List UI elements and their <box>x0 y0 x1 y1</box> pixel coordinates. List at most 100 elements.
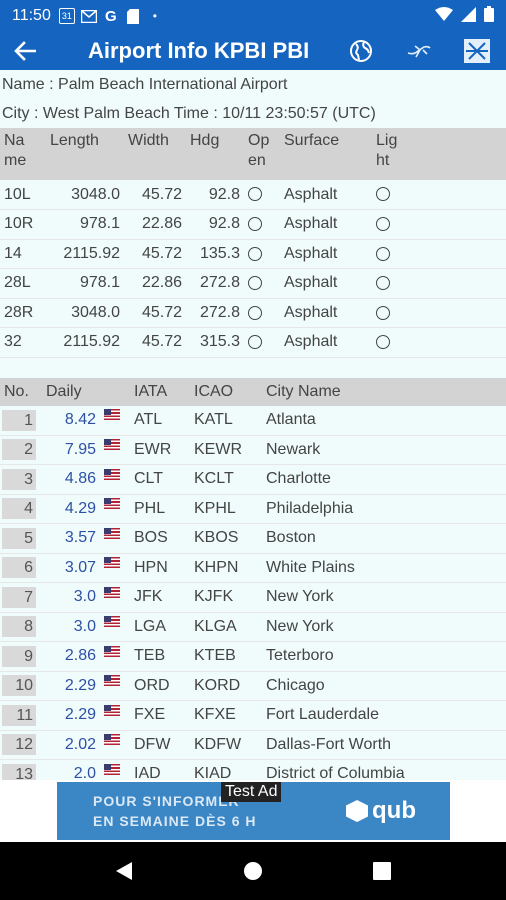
light-indicator-icon <box>376 187 390 202</box>
dot-icon: • <box>152 9 157 23</box>
destination-row[interactable]: 11 2.29 FXE KFXE Fort Lauderdale <box>0 700 506 731</box>
navigation-bar <box>0 842 506 900</box>
dest-iata: LGA <box>130 612 190 642</box>
runway-header: Na me Length Width Hdg Op en Surface Lig ht <box>0 128 506 180</box>
dest-city: New York <box>262 582 506 613</box>
airplane-icon <box>407 45 431 58</box>
dest-no: 11 <box>0 700 42 731</box>
destination-row[interactable]: 3 4.86 CLT KCLT Charlotte <box>0 464 506 495</box>
runway-width: 22.86 <box>124 268 186 299</box>
app-bar: Airport Info KPBI PBI <box>0 32 506 70</box>
dest-flag <box>100 405 130 436</box>
dest-city: White Plains <box>262 553 506 583</box>
runway-hdg: 135.3 <box>186 239 244 269</box>
flight-track-button[interactable] <box>390 32 448 70</box>
runway-light <box>372 239 506 269</box>
dest-no: 6 <box>0 553 42 583</box>
dest-iata: CLT <box>130 464 190 495</box>
dest-icao: KORD <box>190 671 262 701</box>
dest-icao: KPHL <box>190 494 262 524</box>
col-city-name: City Name <box>262 377 506 406</box>
dest-daily: 2.86 <box>42 641 100 672</box>
dest-flag <box>100 641 130 672</box>
destination-header: No. Daily IATA ICAO City Name <box>0 377 506 406</box>
content-area: Name : Palm Beach International Airport … <box>0 70 506 780</box>
dest-icao: KHPN <box>190 553 262 583</box>
dest-city: Fort Lauderdale <box>262 700 506 731</box>
us-flag-icon <box>104 468 120 480</box>
destination-row[interactable]: 12 2.02 DFW KDFW Dallas-Fort Worth <box>0 730 506 760</box>
runway-hdg: 315.3 <box>186 327 244 358</box>
destination-row[interactable]: 2 7.95 EWR KEWR Newark <box>0 435 506 465</box>
destination-row[interactable]: 13 2.0 IAD KIAD District of Columbia <box>0 759 506 780</box>
status-time: 11:50 <box>12 7 51 24</box>
us-flag-icon <box>104 763 120 775</box>
dest-flag <box>100 582 130 613</box>
destination-row[interactable]: 7 3.0 JFK KJFK New York <box>0 582 506 613</box>
col-width: Width <box>124 128 186 180</box>
destination-row[interactable]: 9 2.86 TEB KTEB Teterboro <box>0 641 506 672</box>
runway-light <box>372 327 506 358</box>
globe-icon <box>350 40 372 62</box>
col-iata: IATA <box>130 377 190 406</box>
dest-daily: 3.07 <box>42 553 100 583</box>
arrow-left-icon <box>14 41 36 61</box>
nav-home-button[interactable] <box>233 851 273 891</box>
col-flag <box>100 377 130 406</box>
dest-flag <box>100 494 130 524</box>
dest-no: 13 <box>0 759 42 780</box>
map-button[interactable] <box>448 32 506 70</box>
open-indicator-icon <box>248 217 262 232</box>
us-flag-icon <box>104 734 120 746</box>
dest-icao: KBOS <box>190 523 262 554</box>
ad-line-2: EN SEMAINE DÈS 6 H <box>93 813 257 829</box>
runway-open <box>244 239 280 269</box>
dest-flag <box>100 435 130 465</box>
sim-card-icon <box>125 8 141 24</box>
runway-light <box>372 268 506 299</box>
runway-open <box>244 298 280 328</box>
nav-back-button[interactable] <box>104 851 144 891</box>
destination-row[interactable]: 4 4.29 PHL KPHL Philadelphia <box>0 494 506 524</box>
us-flag-icon <box>104 586 120 598</box>
destination-row[interactable]: 1 8.42 ATL KATL Atlanta <box>0 405 506 436</box>
airport-name: Palm Beach International Airport <box>58 75 288 93</box>
runway-surface: Asphalt <box>280 298 372 328</box>
globe-button[interactable] <box>332 32 390 70</box>
google-icon: G <box>105 7 117 25</box>
destination-row[interactable]: 5 3.57 BOS KBOS Boston <box>0 523 506 554</box>
dest-city: Philadelphia <box>262 494 506 524</box>
dest-daily: 4.29 <box>42 494 100 524</box>
test-ad-label: Test Ad <box>221 782 282 802</box>
dest-icao: KJFK <box>190 582 262 613</box>
col-open: Op en <box>244 128 280 180</box>
runway-name: 32 <box>0 327 46 358</box>
light-indicator-icon <box>376 335 390 350</box>
dest-iata: FXE <box>130 700 190 731</box>
destination-row[interactable]: 10 2.29 ORD KORD Chicago <box>0 671 506 701</box>
nav-recents-button[interactable] <box>362 851 402 891</box>
dest-flag <box>100 523 130 554</box>
back-button[interactable] <box>0 32 50 70</box>
runway-surface: Asphalt <box>280 209 372 240</box>
dest-city: Newark <box>262 435 506 465</box>
dest-no: 7 <box>0 582 42 613</box>
dest-iata: PHL <box>130 494 190 524</box>
us-flag-icon <box>104 645 120 657</box>
signal-icon <box>461 6 476 26</box>
runway-row: 10R 978.1 22.86 92.8 Asphalt <box>0 209 506 240</box>
runway-length: 978.1 <box>46 209 124 240</box>
dest-no: 1 <box>0 405 42 436</box>
runway-hdg: 272.8 <box>186 268 244 299</box>
us-flag-icon <box>104 527 120 539</box>
dest-city: Boston <box>262 523 506 554</box>
dest-no: 5 <box>0 523 42 554</box>
destination-row[interactable]: 6 3.07 HPN KHPN White Plains <box>0 553 506 583</box>
dest-flag <box>100 671 130 701</box>
runway-table: Na me Length Width Hdg Op en Surface Lig ht… <box>0 128 506 358</box>
dest-iata: BOS <box>130 523 190 554</box>
destination-table: No. Daily IATA ICAO City Name 1 8.42 ATL KA… <box>0 377 506 780</box>
destination-row[interactable]: 8 3.0 LGA KLGA New York <box>0 612 506 642</box>
open-indicator-icon <box>248 276 262 291</box>
dest-icao: KIAD <box>190 759 262 780</box>
